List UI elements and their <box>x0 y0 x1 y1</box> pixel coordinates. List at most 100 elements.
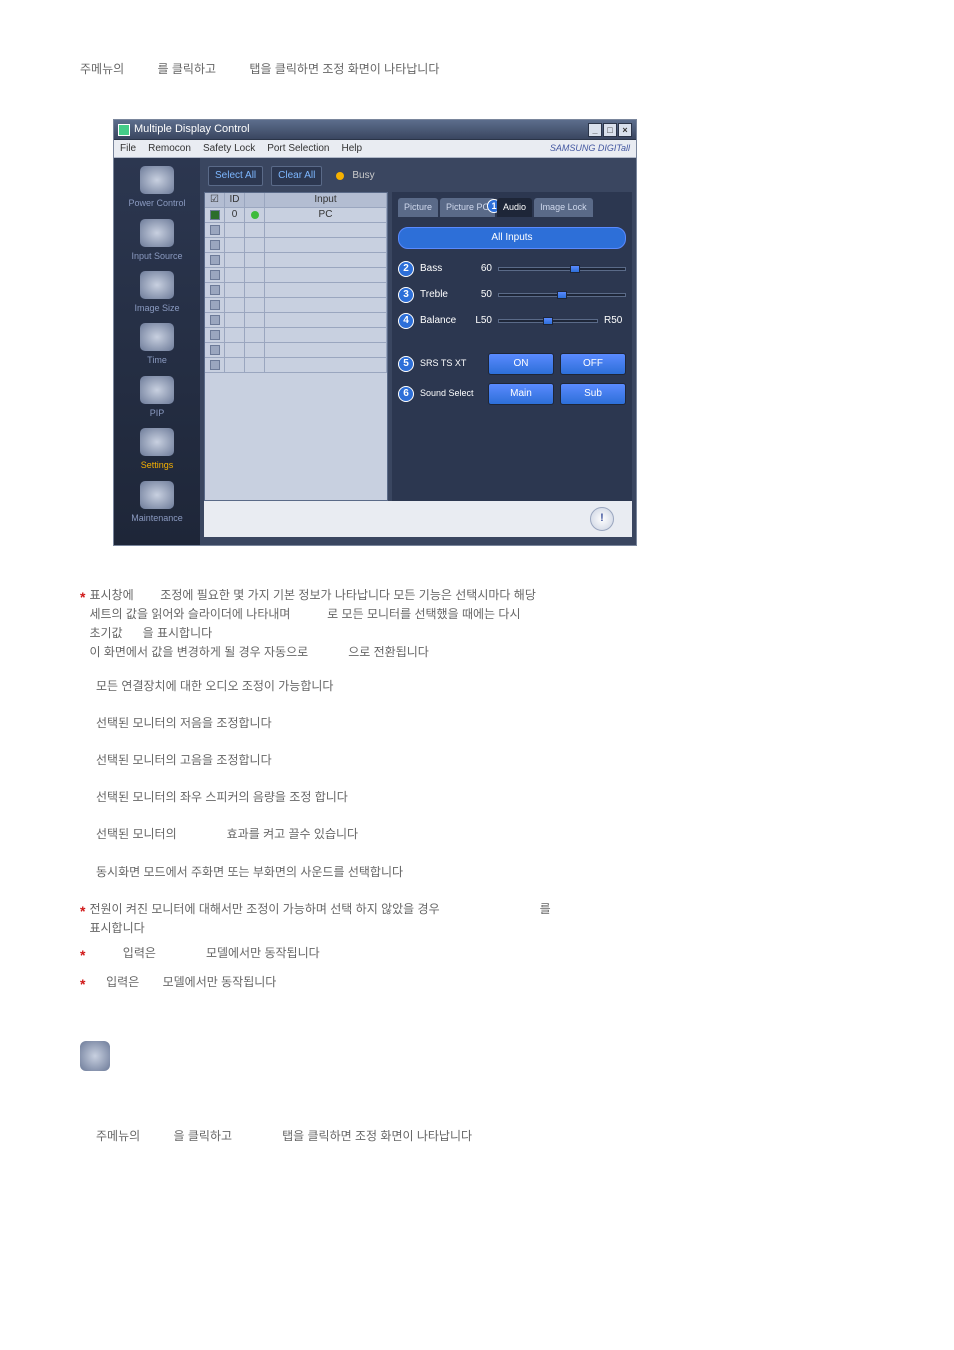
app-window: Multiple Display Control _ □ × File Remo… <box>113 119 637 546</box>
badge-6: 6 <box>398 386 414 402</box>
note-1: * 표시창에 조정에 필요한 몇 가지 기본 정보가 나타납니다 모든 기능은 … <box>80 586 874 663</box>
treble-value: 50 <box>470 287 492 303</box>
tab-label: Picture PC <box>446 202 489 212</box>
row-checkbox[interactable] <box>210 315 220 325</box>
table-row[interactable] <box>205 223 387 238</box>
col-input[interactable]: Input <box>265 193 387 207</box>
bass-slider[interactable] <box>498 267 626 271</box>
balance-r: R50 <box>604 313 626 329</box>
all-inputs-button[interactable]: All Inputs <box>398 227 626 249</box>
page-footer: 주메뉴의 을 클릭하고 탭을 클릭하면 조정 화면이 나타납니다 <box>96 1127 874 1146</box>
table-row[interactable] <box>205 238 387 253</box>
row-status <box>245 208 265 222</box>
treble-slider[interactable] <box>498 293 626 297</box>
row-checkbox[interactable] <box>210 210 220 220</box>
tab-audio[interactable]: Audio <box>497 198 532 216</box>
row-checkbox[interactable] <box>210 255 220 265</box>
srs-on-button[interactable]: ON <box>488 353 554 375</box>
settings-section-icon <box>80 1041 110 1071</box>
menu-remocon[interactable]: Remocon <box>148 141 191 157</box>
sidebar-item-settings[interactable]: Settings <box>114 428 200 472</box>
badge-4: 4 <box>398 313 414 329</box>
row-checkbox[interactable] <box>210 345 220 355</box>
col-id[interactable]: ID <box>225 193 245 207</box>
sidebar-item-time[interactable]: Time <box>114 323 200 367</box>
menubar: File Remocon Safety Lock Port Selection … <box>114 140 636 158</box>
sidebar-item-maintenance[interactable]: Maintenance <box>114 481 200 525</box>
minimize-button[interactable]: _ <box>588 123 602 137</box>
select-all-button[interactable]: Select All <box>208 166 263 186</box>
settings-panel: Picture Picture PC 1 Audio Image Lock Al… <box>392 192 632 501</box>
warning-icon[interactable]: ! <box>590 507 614 531</box>
menu-help[interactable]: Help <box>341 141 362 157</box>
sidebar: Power Control Input Source Image Size Ti… <box>114 158 200 545</box>
table-row[interactable] <box>205 253 387 268</box>
star-icon: * <box>80 900 85 938</box>
table-row[interactable] <box>205 268 387 283</box>
sound-sub-button[interactable]: Sub <box>560 383 626 405</box>
slider-thumb[interactable] <box>543 317 553 325</box>
maximize-button[interactable]: □ <box>603 123 617 137</box>
app-icon <box>118 124 130 136</box>
table-row[interactable] <box>205 283 387 298</box>
tab-image-lock[interactable]: Image Lock <box>534 198 593 216</box>
star-icon: * <box>80 973 85 995</box>
menu-file[interactable]: File <box>120 141 136 157</box>
table-row[interactable] <box>205 298 387 313</box>
power-icon <box>140 166 174 194</box>
table-row[interactable] <box>205 343 387 358</box>
row-checkbox[interactable] <box>210 285 220 295</box>
sidebar-item-input[interactable]: Input Source <box>114 219 200 263</box>
tab-picture-pc[interactable]: Picture PC 1 <box>440 198 495 216</box>
col-status[interactable] <box>245 193 265 207</box>
tab-picture[interactable]: Picture <box>398 198 438 216</box>
table-row[interactable] <box>205 358 387 373</box>
row-id: 0 <box>225 208 245 222</box>
col-check[interactable]: ☑ <box>205 193 225 207</box>
clear-all-button[interactable]: Clear All <box>271 166 322 186</box>
titlebar[interactable]: Multiple Display Control _ □ × <box>114 120 636 140</box>
settings-icon <box>140 428 174 456</box>
sidebar-item-pip[interactable]: PIP <box>114 376 200 420</box>
maintenance-icon <box>140 481 174 509</box>
star-icon: * <box>80 586 85 663</box>
close-button[interactable]: × <box>618 123 632 137</box>
bass-value: 60 <box>470 261 492 277</box>
row-checkbox[interactable] <box>210 240 220 250</box>
sidebar-item-imgsize[interactable]: Image Size <box>114 271 200 315</box>
row-checkbox[interactable] <box>210 360 220 370</box>
status-dot-icon <box>251 211 259 219</box>
balance-slider[interactable] <box>498 319 598 323</box>
sidebar-label: Time <box>147 355 167 365</box>
menu-safety-lock[interactable]: Safety Lock <box>203 141 255 157</box>
toolbar: Select All Clear All Busy <box>204 166 632 186</box>
table-row[interactable] <box>205 328 387 343</box>
menu-port-selection[interactable]: Port Selection <box>267 141 329 157</box>
pip-icon <box>140 376 174 404</box>
row-checkbox[interactable] <box>210 330 220 340</box>
sidebar-label: Settings <box>141 460 174 470</box>
feature-list: 모든 연결장치에 대한 오디오 조정이 가능합니다 선택된 모니터의 저음을 조… <box>96 677 874 882</box>
bass-label: Bass <box>420 261 464 277</box>
table-row[interactable]: 0 PC <box>205 208 387 223</box>
treble-label: Treble <box>420 287 464 303</box>
row-checkbox[interactable] <box>210 225 220 235</box>
balance-row: 4 Balance L50 R50 <box>398 313 626 329</box>
imagesize-icon <box>140 271 174 299</box>
bass-row: 2 Bass 60 <box>398 261 626 277</box>
sidebar-item-power[interactable]: Power Control <box>114 166 200 210</box>
list-item: 모든 연결장치에 대한 오디오 조정이 가능합니다 <box>96 677 874 696</box>
srs-off-button[interactable]: OFF <box>560 353 626 375</box>
slider-thumb[interactable] <box>570 265 580 273</box>
input-icon <box>140 219 174 247</box>
slider-thumb[interactable] <box>557 291 567 299</box>
brand-label: SAMSUNG DIGITall <box>550 141 630 155</box>
sound-main-button[interactable]: Main <box>488 383 554 405</box>
soundselect-row: 6 Sound Select Main Sub <box>398 383 626 405</box>
badge-2: 2 <box>398 261 414 277</box>
sidebar-label: PIP <box>150 408 165 418</box>
row-checkbox[interactable] <box>210 300 220 310</box>
star-icon: * <box>80 944 85 966</box>
row-checkbox[interactable] <box>210 270 220 280</box>
table-row[interactable] <box>205 313 387 328</box>
